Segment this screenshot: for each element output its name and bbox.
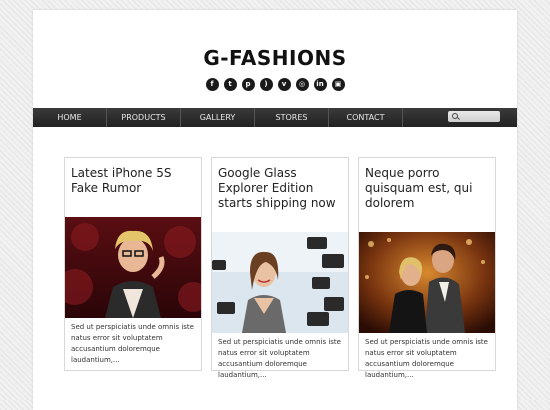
post-image[interactable]: [212, 232, 348, 333]
search-input[interactable]: [448, 111, 500, 122]
post-image[interactable]: [359, 232, 495, 333]
post-image[interactable]: [65, 217, 201, 318]
main-nav: HOME PRODUCTS GALLERY STORES CONTACT: [33, 108, 517, 127]
post-title[interactable]: Latest iPhone 5S Fake Rumor: [71, 166, 199, 196]
post-title[interactable]: Google Glass Explorer Edition starts shi…: [218, 166, 346, 211]
post-card[interactable]: Latest iPhone 5S Fake Rumor Sed ut persp…: [64, 157, 202, 371]
rss-icon[interactable]: ): [259, 78, 273, 91]
instagram-icon[interactable]: ▣: [331, 78, 345, 91]
facebook-icon[interactable]: f: [205, 78, 219, 91]
nav-item-contact[interactable]: CONTACT: [329, 108, 403, 127]
post-card[interactable]: Neque porro quisquam est, qui dolorem Se…: [358, 157, 496, 379]
dribbble-icon[interactable]: ◎: [295, 78, 309, 91]
nav-item-home[interactable]: HOME: [33, 108, 107, 127]
post-card[interactable]: Google Glass Explorer Edition starts shi…: [211, 157, 349, 379]
search-icon: [452, 113, 458, 119]
site-logo[interactable]: G-FASHIONS: [33, 46, 517, 70]
post-excerpt: Sed ut perspiciatis unde omnis iste natu…: [71, 323, 194, 364]
vimeo-icon[interactable]: v: [277, 78, 291, 91]
twitter-icon[interactable]: t: [223, 78, 237, 91]
social-icons: f t p ) v ◎ in ▣: [33, 78, 517, 91]
pinterest-icon[interactable]: p: [241, 78, 255, 91]
nav-item-stores[interactable]: STORES: [255, 108, 329, 127]
linkedin-icon[interactable]: in: [313, 78, 327, 91]
post-title[interactable]: Neque porro quisquam est, qui dolorem: [365, 166, 493, 211]
nav-item-gallery[interactable]: GALLERY: [181, 108, 255, 127]
post-excerpt: Sed ut perspiciatis unde omnis iste natu…: [218, 338, 341, 379]
post-excerpt: Sed ut perspiciatis unde omnis iste natu…: [365, 338, 488, 379]
nav-item-products[interactable]: PRODUCTS: [107, 108, 181, 127]
